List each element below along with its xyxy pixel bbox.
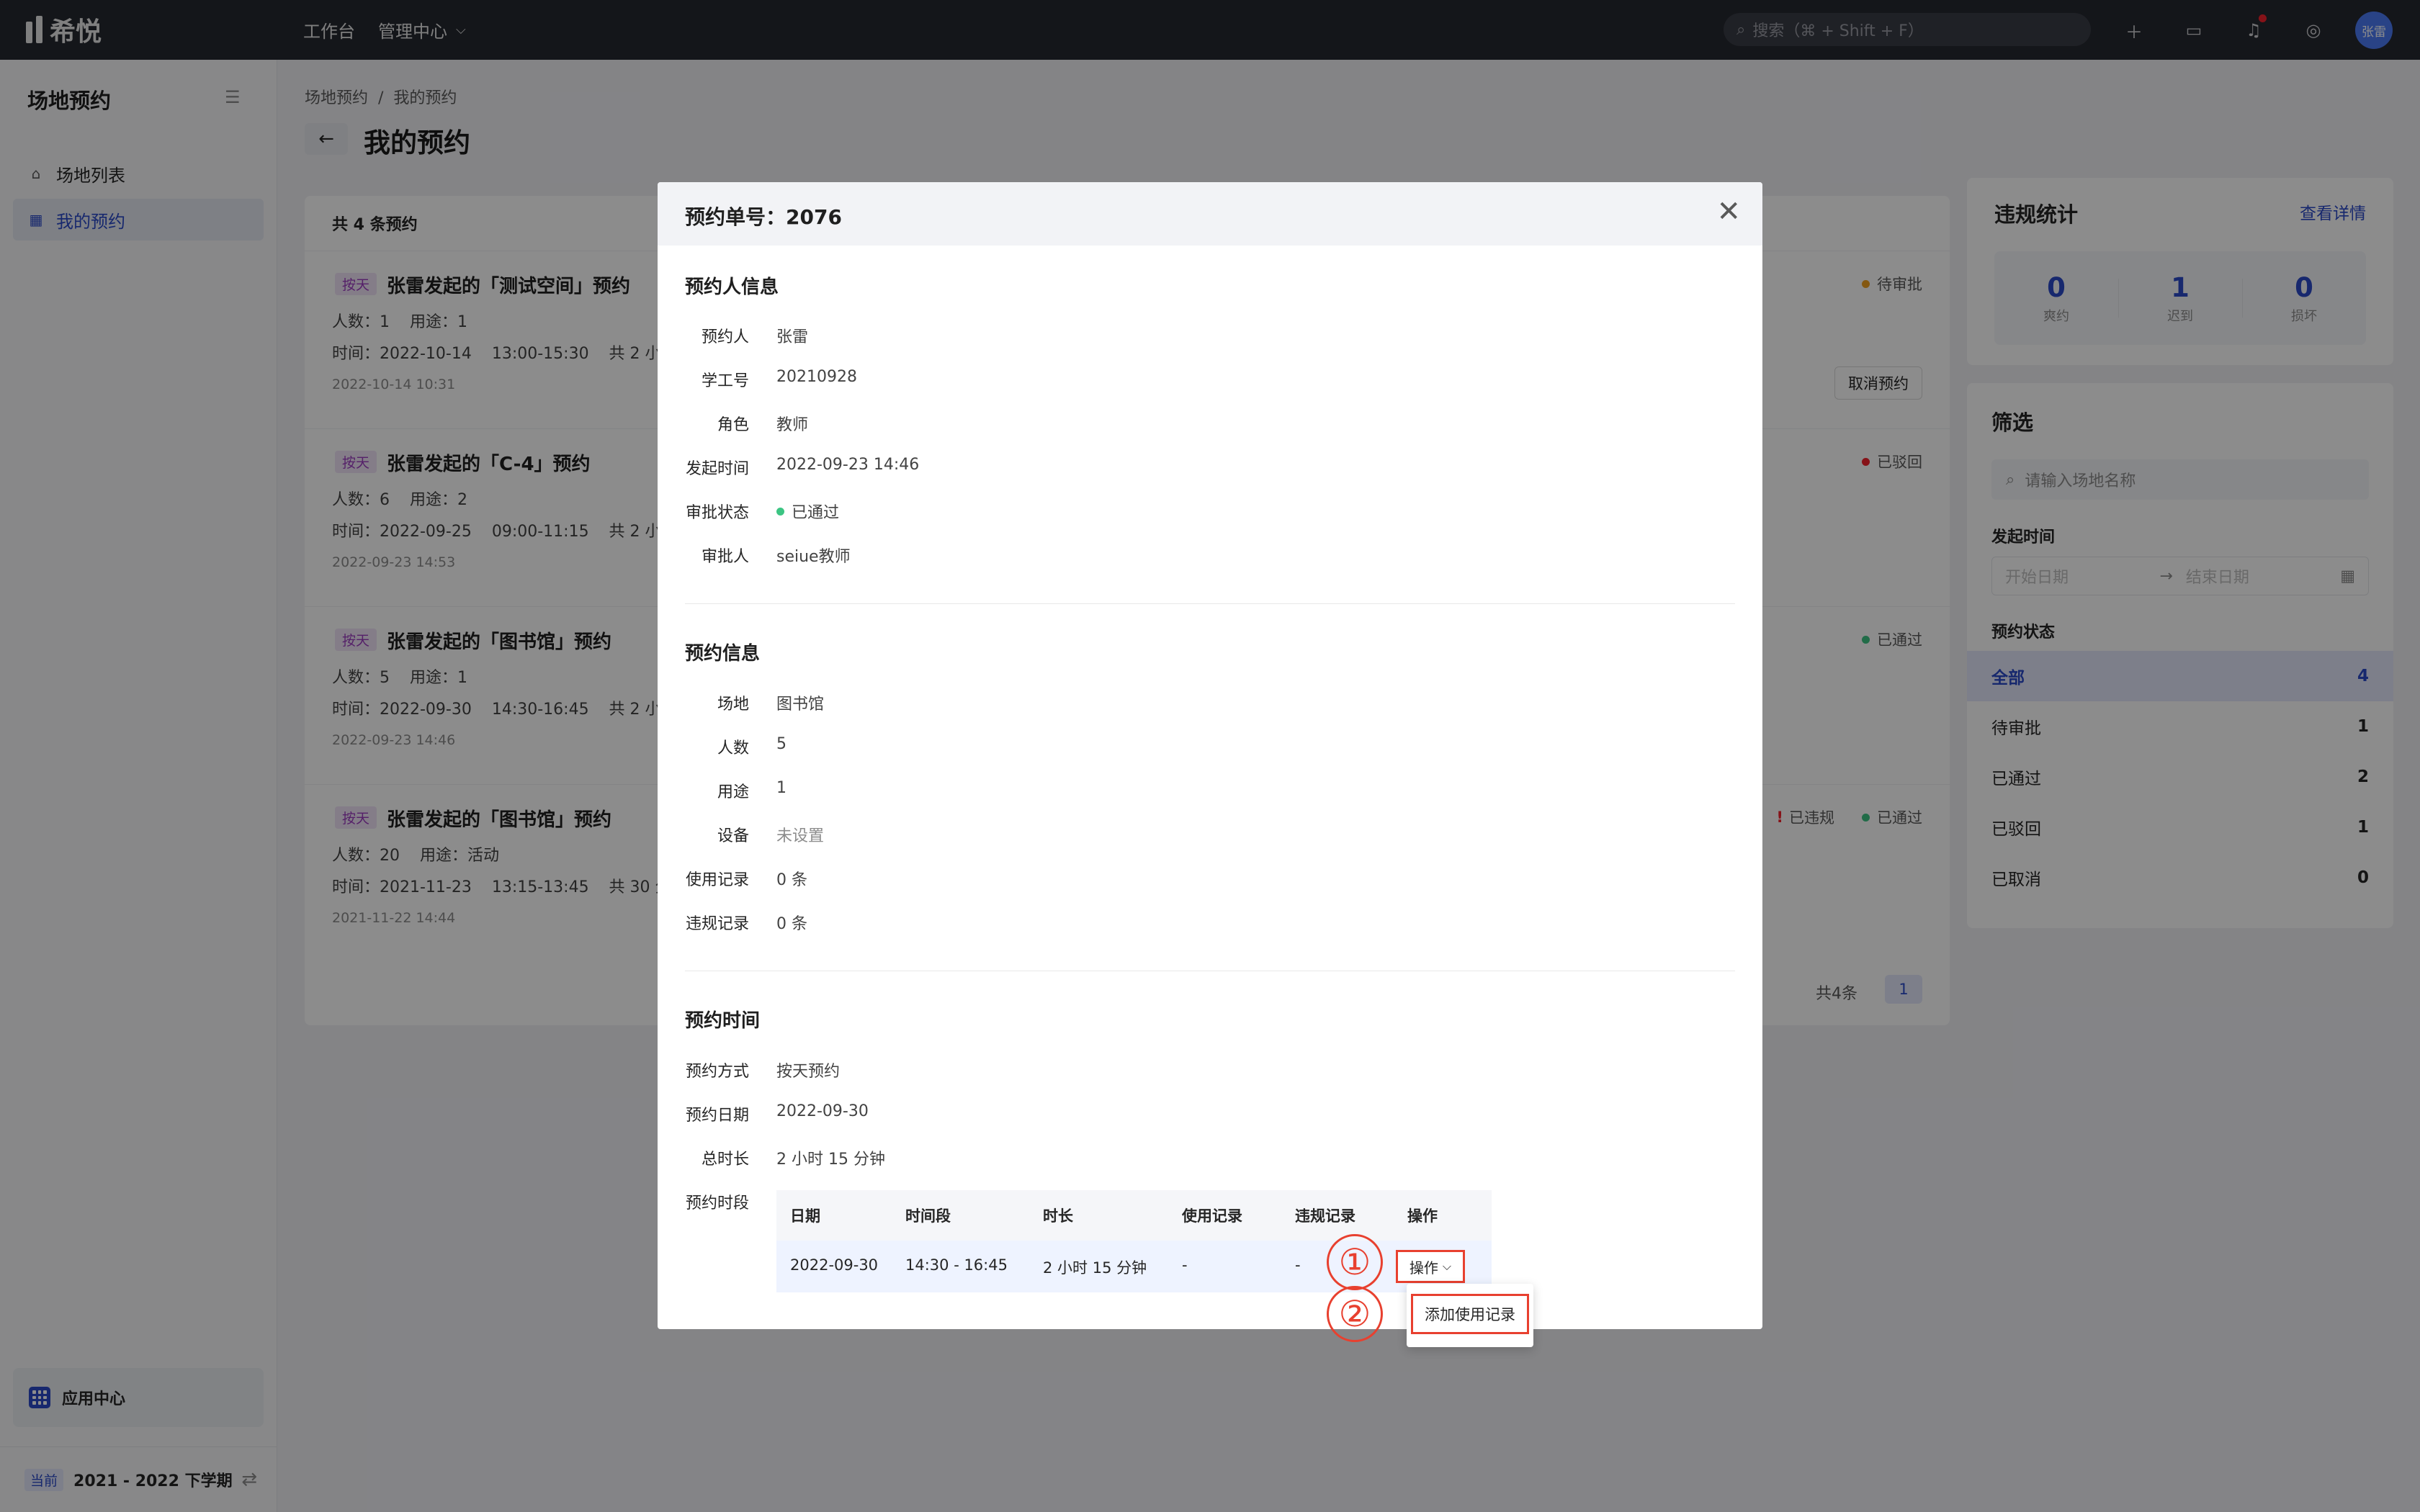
cell-time-range: 14:30 - 16:45 [905,1256,1008,1274]
field-label: 预约时段 [685,1194,749,1212]
field-value: 2022-09-23 14:46 [776,456,920,474]
section-person-title: 预约人信息 [685,276,779,298]
field-label: 审批人 [701,548,749,566]
approval-status: 已通过 [776,500,839,523]
field-label: 总时长 [701,1151,749,1169]
cell-usage-records: - [1182,1256,1188,1274]
field-label: 用途 [717,783,749,801]
action-dropdown-menu: 添加使用记录 [1407,1284,1533,1347]
field-value: 2 小时 15 分钟 [776,1151,885,1169]
step-marker-2: ② [1327,1286,1383,1342]
add-usage-record-option[interactable]: 添加使用记录 [1411,1294,1529,1334]
field-label: 审批状态 [685,504,749,522]
field-label: 学工号 [701,372,749,390]
field-value: seiue教师 [776,548,851,566]
table-header: 日期 时间段 时长 使用记录 违规记录 操作 [776,1190,1492,1241]
table-row: 2022-09-30 14:30 - 16:45 2 小时 15 分钟 - - … [776,1241,1492,1292]
field-label: 角色 [717,416,749,434]
column-header: 日期 [790,1207,820,1225]
column-header: 使用记录 [1182,1207,1242,1225]
field-label: 人数 [717,739,749,757]
field-label: 场地 [717,696,749,714]
status-dot [776,507,784,516]
field-value: 按天预约 [776,1063,841,1081]
field-label: 预约日期 [685,1107,749,1125]
section-info-title: 预约信息 [685,643,761,665]
step-marker-1: ① [1327,1234,1383,1290]
field-value: 教师 [776,416,809,434]
modal-title: 预约单号：2076 [685,205,842,229]
cell-date: 2022-09-30 [790,1256,879,1274]
field-value: 未设置 [776,827,825,845]
cell-violation-records: - [1295,1256,1301,1274]
chevron-down-icon: ⌵ [1442,1259,1452,1273]
field-label: 违规记录 [685,915,749,933]
field-label: 预约人 [701,328,749,346]
field-value: 张雷 [776,328,809,346]
field-label: 发起时间 [685,460,749,478]
column-header: 时长 [1043,1207,1073,1225]
field-value: 1 [776,779,786,797]
row-action-dropdown[interactable]: 操作 ⌵ [1396,1250,1465,1283]
field-value: 5 [776,735,786,753]
field-label: 使用记录 [685,871,749,889]
modal-header: 预约单号：2076 ✕ [658,182,1762,246]
divider [685,603,1735,604]
column-header: 时间段 [905,1207,951,1225]
time-slot-table: 日期 时间段 时长 使用记录 违规记录 操作 2022-09-30 14:30 … [776,1190,1492,1292]
action-label: 操作 [1409,1259,1438,1277]
field-value: 20210928 [776,368,857,386]
close-icon[interactable]: ✕ [1716,195,1741,228]
field-label: 预约方式 [685,1063,749,1081]
column-header: 操作 [1407,1207,1438,1225]
cell-duration: 2 小时 15 分钟 [1043,1259,1147,1277]
field-label: 设备 [717,827,749,845]
field-value: 0 条 [776,871,807,889]
reservation-detail-modal: 预约单号：2076 ✕ 预约人信息 预约人 张雷 学工号 20210928 角色… [658,182,1762,1347]
column-header: 违规记录 [1295,1207,1355,1225]
field-value: 0 条 [776,915,807,933]
field-value: 2022-09-30 [776,1102,869,1120]
field-value: 图书馆 [776,696,825,714]
section-time-title: 预约时间 [685,1010,761,1032]
